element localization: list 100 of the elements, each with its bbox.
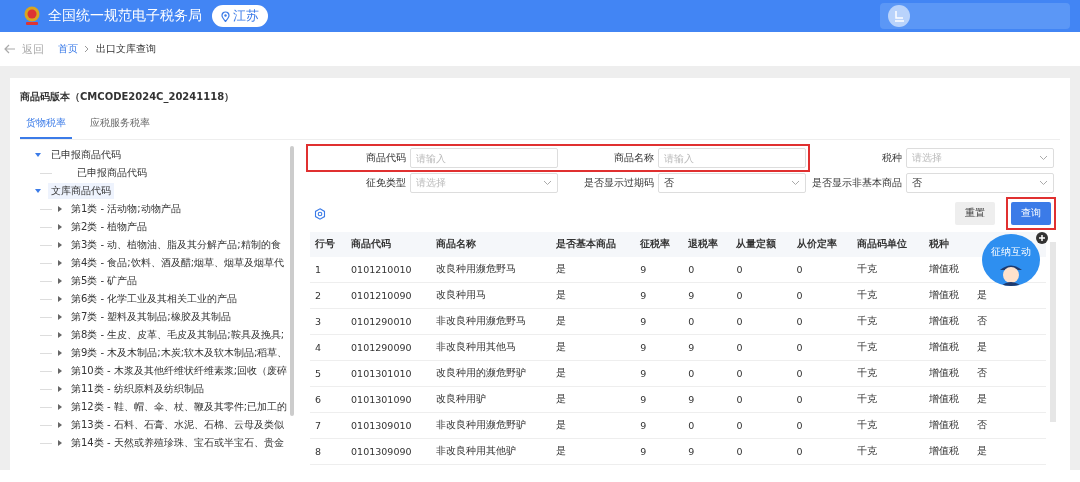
table-cell: 否 (977, 315, 987, 326)
caret-right-icon[interactable] (56, 367, 64, 375)
table-cell: 改良种用的濒危野驴 (435, 367, 526, 378)
caret-right-icon[interactable] (56, 277, 64, 285)
column-header: 行号 (315, 238, 335, 249)
tab[interactable]: 应税服务税率 (84, 112, 156, 139)
region-selector[interactable]: 江苏 (212, 5, 268, 27)
tree-item[interactable]: 文库商品代码 (48, 183, 114, 199)
column-header: 商品码单位 (856, 238, 907, 249)
table-cell: 是 (556, 393, 567, 404)
caret-down-icon[interactable] (34, 151, 42, 159)
query-button[interactable]: 查询 (1011, 202, 1051, 225)
tab[interactable]: 货物税率 (20, 112, 72, 139)
table-cell: 增值税 (928, 419, 959, 430)
caret-right-icon[interactable] (56, 439, 64, 447)
caret-right-icon[interactable] (56, 295, 64, 303)
tree-item[interactable]: 已申报商品代码 (74, 165, 150, 181)
table-cell: 是 (556, 419, 567, 430)
chevron-down-icon (1039, 155, 1048, 161)
tree-item[interactable]: 第6类 - 化学工业及其相关工业的产品 (68, 291, 241, 307)
tree-item[interactable]: 第8类 - 生皮、皮革、毛皮及其制品;鞍具及挽具; (68, 327, 288, 343)
table-cell: 非改良种用其他驴 (435, 445, 516, 456)
table-cell: 1 (315, 264, 322, 275)
table-cell: 9 (640, 420, 647, 431)
column-header: 从量定额 (736, 238, 777, 249)
column-header: 从价定率 (796, 238, 837, 249)
table-cell: 9 (688, 290, 695, 301)
caret-right-icon[interactable] (56, 349, 64, 357)
tree-item[interactable]: 第13类 - 石料、石膏、水泥、石棉、云母及类似 (68, 417, 287, 433)
tree-item[interactable]: 第2类 - 植物产品 (68, 219, 151, 235)
field-label: 是否显示非基本商品 (811, 176, 903, 190)
select-field[interactable]: 否 (658, 173, 806, 193)
table-cell: 9 (688, 446, 695, 457)
caret-right-icon[interactable] (56, 259, 64, 267)
tree-item[interactable]: 第3类 - 动、植物油、脂及其分解产品;精制的食 (68, 237, 284, 253)
table-cell: 增值税 (928, 393, 959, 404)
caret-right-icon[interactable] (56, 403, 64, 411)
table-cell: 2 (315, 290, 322, 301)
scrollbar[interactable] (290, 146, 294, 416)
table-cell: 0101290090 (351, 342, 412, 353)
caret-down-icon[interactable] (34, 187, 42, 195)
table-cell: 0 (736, 368, 743, 379)
caret-right-icon[interactable] (56, 313, 64, 321)
emblem-icon (22, 5, 42, 27)
input-field[interactable]: 请输入 (658, 148, 806, 168)
plus-icon[interactable] (1036, 232, 1048, 244)
breadcrumb-current: 出口文库查询 (96, 42, 156, 56)
table-cell: 是 (556, 263, 567, 274)
table-cell: 9 (640, 368, 647, 379)
table-cell: 千克 (856, 341, 877, 352)
caret-right-icon[interactable] (56, 205, 64, 213)
table-cell: 0 (796, 290, 803, 301)
tree-item[interactable]: 第10类 - 木浆及其他纤维状纤维素浆;回收（废碎 (68, 363, 291, 379)
tree-item[interactable]: 第9类 - 木及木制品;木炭;软木及软木制品;稻草、 (68, 345, 291, 361)
table-cell: 0 (796, 342, 803, 353)
table-cell: 0101290010 (351, 316, 412, 327)
table-cell: 是 (556, 315, 567, 326)
table-cell: 8 (315, 446, 322, 457)
table-cell: 千克 (856, 393, 877, 404)
caret-right-icon[interactable] (56, 241, 64, 249)
table-cell: 否 (977, 367, 987, 378)
chevron-down-icon (543, 180, 552, 186)
tree-item[interactable]: 第11类 - 纺织原料及纺织制品 (68, 381, 207, 397)
breadcrumb-link[interactable]: 首页 (58, 42, 78, 56)
chevron-down-icon (791, 180, 800, 186)
reset-button[interactable]: 重置 (955, 202, 995, 225)
scrollbar[interactable] (1050, 242, 1056, 422)
input-field[interactable]: 请输入 (410, 148, 558, 168)
table-cell: 千克 (856, 315, 877, 326)
table-cell: 增值税 (928, 315, 959, 326)
table-cell: 是 (977, 393, 987, 404)
table-cell: 0101210010 (351, 264, 412, 275)
table-cell: 改良种用马 (435, 289, 486, 300)
table-cell: 增值税 (928, 289, 959, 300)
settings-icon[interactable] (314, 207, 326, 220)
column-header: 商品代码 (351, 238, 392, 249)
table-cell: 9 (640, 446, 647, 457)
tree-item[interactable]: 第1类 - 活动物;动物产品 (68, 201, 184, 217)
caret-right-icon[interactable] (56, 223, 64, 231)
caret-right-icon[interactable] (56, 421, 64, 429)
table-cell: 非改良种用濒危野马 (435, 315, 526, 326)
table-cell: 0 (736, 316, 743, 327)
tree-item[interactable]: 第12类 - 鞋、帽、伞、杖、鞭及其零件;已加工的 (68, 399, 291, 415)
column-header: 征税率 (640, 238, 671, 249)
caret-right-icon[interactable] (56, 385, 64, 393)
tree-item[interactable]: 第5类 - 矿产品 (68, 273, 141, 289)
table-cell: 是 (977, 289, 987, 300)
tree-item[interactable]: 第4类 - 食品;饮料、酒及醋;烟草、烟草及烟草代 (68, 255, 288, 271)
table-cell: 0 (688, 368, 695, 379)
table-cell: 改良种用驴 (435, 393, 486, 404)
chevron-icon (84, 45, 90, 53)
tree-item[interactable]: 已申报商品代码 (48, 147, 124, 163)
tree-item[interactable]: 第14类 - 天然或养殖珍珠、宝石或半宝石、贵金 (68, 435, 287, 451)
caret-right-icon[interactable] (56, 331, 64, 339)
tree-item[interactable]: 第7类 - 塑料及其制品;橡胶及其制品 (68, 309, 234, 325)
table-cell: 是 (556, 289, 567, 300)
column-header: 是否基本商品 (556, 238, 617, 249)
select-field[interactable]: 否 (906, 173, 1054, 193)
table-cell: 5 (315, 368, 322, 379)
table-cell: 0 (736, 420, 743, 431)
